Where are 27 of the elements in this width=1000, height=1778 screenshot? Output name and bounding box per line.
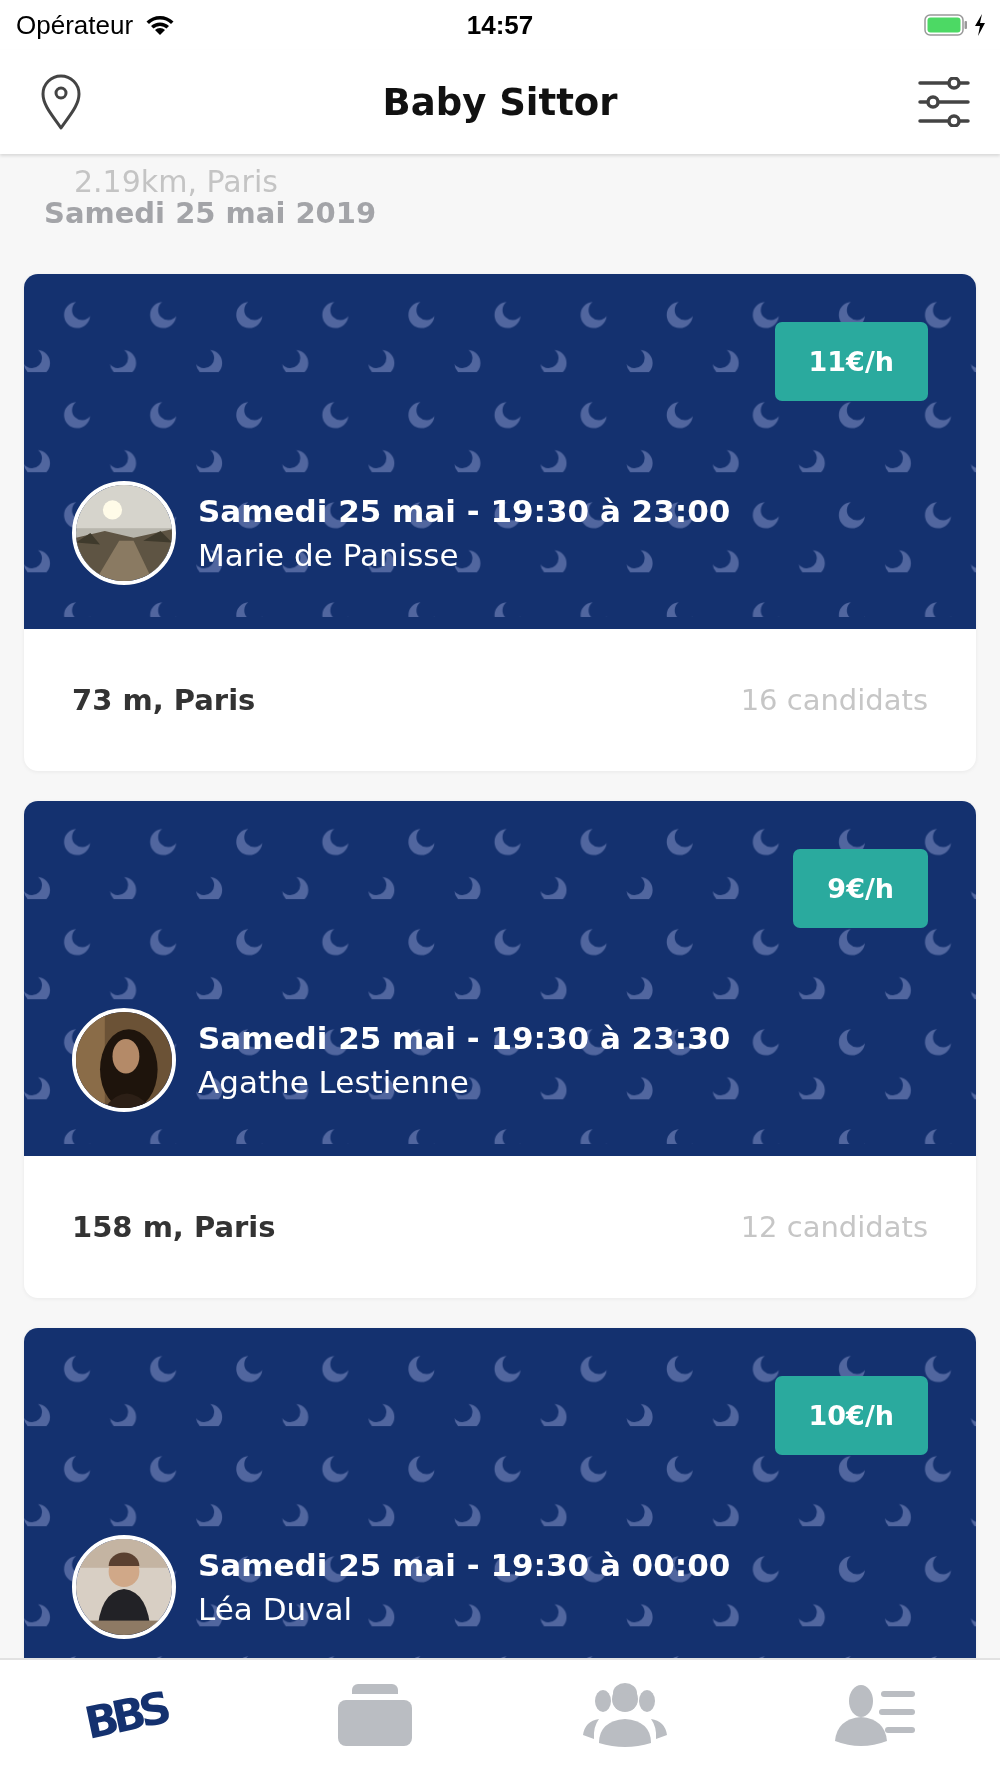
location-pin-icon <box>40 73 82 131</box>
tab-item[interactable]: BBS <box>56 1658 194 1772</box>
screen-title: Baby Sittor <box>382 80 618 124</box>
candidates-count: 16 candidats <box>740 683 928 717</box>
parent-name: Agathe Lestienne <box>198 1064 470 1100</box>
price-badge: 11€/h <box>774 322 928 401</box>
location-button[interactable] <box>40 73 82 131</box>
price-badge: 10€/h <box>774 1376 928 1455</box>
filter-button[interactable] <box>918 77 970 127</box>
job-time: Samedi 25 mai - 19:30 à 00:00 <box>198 1547 731 1583</box>
battery-icon <box>924 14 968 36</box>
contact-list-icon <box>835 1683 915 1747</box>
date-heading: Samedi 25 mai 2019 <box>43 196 378 230</box>
job-time: Samedi 25 mai - 19:30 à 23:00 <box>198 493 731 529</box>
job-time: Samedi 25 mai - 19:30 à 23:30 <box>198 1020 731 1056</box>
cards-icon <box>338 1684 412 1746</box>
filter-icon <box>918 77 970 127</box>
group-icon <box>583 1683 667 1747</box>
distance-text: 158 m, Paris <box>72 1210 276 1244</box>
parent-name: Marie de Panisse <box>198 537 460 573</box>
candidates-count: 12 candidats <box>740 1210 928 1244</box>
clock-time: 14:57 <box>465 9 535 41</box>
wifi-icon <box>145 14 176 36</box>
parent-name: Léa Duval <box>198 1591 354 1627</box>
carrier-name: Opérateur <box>16 9 134 41</box>
price-badge: 9€/h <box>793 849 928 928</box>
distance-text: 73 m, Paris <box>72 683 256 717</box>
